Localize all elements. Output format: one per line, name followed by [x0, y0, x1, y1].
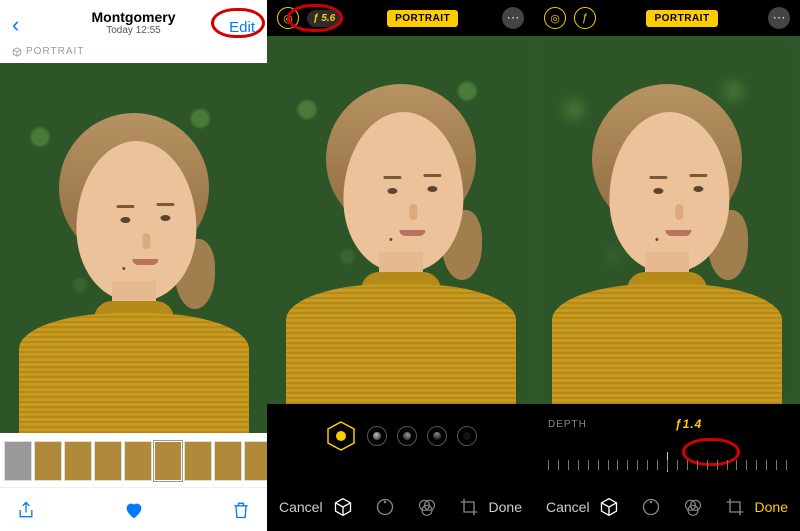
edit-bottom-bar: Cancel Done	[534, 483, 800, 531]
edit-top-bar: ◎ ƒ PORTRAIT ⋯	[534, 0, 800, 36]
depth-slider[interactable]	[548, 444, 786, 476]
portrait-badge: PORTRAIT	[387, 10, 458, 27]
filters-icon[interactable]	[417, 497, 437, 517]
lighting-indicator-icon[interactable]: ◎	[277, 7, 299, 29]
depth-value: ƒ1.4	[675, 417, 702, 431]
bottom-toolbar	[0, 487, 267, 531]
thumbnail[interactable]	[34, 441, 62, 481]
done-button[interactable]: Done	[489, 499, 522, 515]
heart-icon[interactable]	[122, 499, 146, 521]
thumbnail-strip[interactable]	[4, 441, 263, 481]
stage-mono-preset[interactable]	[457, 426, 477, 446]
stage-light-preset[interactable]	[427, 426, 447, 446]
crop-icon[interactable]	[725, 497, 745, 517]
depth-control: DEPTH ƒ1.4	[534, 404, 800, 444]
portrait-cube-icon[interactable]	[599, 497, 619, 517]
crop-icon[interactable]	[459, 497, 479, 517]
portrait-badge: PORTRAIT	[646, 10, 717, 27]
depth-label: DEPTH	[548, 419, 587, 430]
main-photo[interactable]	[0, 63, 267, 433]
thumbnail[interactable]	[94, 441, 122, 481]
thumbnail[interactable]	[124, 441, 152, 481]
thumbnail[interactable]	[244, 441, 267, 481]
adjust-dial-icon[interactable]	[375, 497, 395, 517]
contour-light-preset[interactable]	[397, 426, 417, 446]
portrait-cube-icon[interactable]	[333, 497, 353, 517]
edit-top-bar: ◎ ƒ 5.6 PORTRAIT ⋯	[267, 0, 534, 36]
portrait-tag: PORTRAIT	[0, 40, 267, 59]
thumbnail[interactable]	[4, 441, 32, 481]
title-block: Montgomery Today 12:55	[0, 9, 267, 36]
f-indicator-icon[interactable]: ƒ	[574, 7, 596, 29]
album-title: Montgomery	[0, 9, 267, 25]
edit-button[interactable]: Edit	[229, 19, 255, 36]
cancel-button[interactable]: Cancel	[546, 499, 590, 515]
main-photo[interactable]	[534, 36, 800, 404]
more-button[interactable]: ⋯	[502, 7, 524, 29]
share-icon[interactable]	[16, 499, 36, 521]
adjust-dial-icon[interactable]	[641, 497, 661, 517]
lighting-indicator-icon[interactable]: ◎	[544, 7, 566, 29]
f-stop-pill[interactable]: ƒ 5.6	[307, 10, 343, 27]
cancel-button[interactable]: Cancel	[279, 499, 323, 515]
edit-lighting-view: ◎ ƒ 5.6 PORTRAIT ⋯ Cancel Done	[267, 0, 534, 531]
more-button[interactable]: ⋯	[768, 7, 790, 29]
thumbnail[interactable]	[64, 441, 92, 481]
thumbnail[interactable]	[184, 441, 212, 481]
edit-tool-tabs	[590, 497, 755, 517]
done-button[interactable]: Done	[755, 499, 788, 515]
nav-bar: ‹ Montgomery Today 12:55 Edit	[0, 0, 267, 40]
cube-icon	[12, 47, 22, 57]
thumbnail[interactable]	[214, 441, 242, 481]
natural-light-preset[interactable]	[325, 420, 357, 452]
lighting-presets	[267, 404, 534, 468]
edit-tool-tabs	[323, 497, 489, 517]
main-photo[interactable]	[267, 36, 534, 404]
thumbnail-current[interactable]	[154, 441, 182, 481]
edit-bottom-bar: Cancel Done	[267, 483, 534, 531]
studio-light-preset[interactable]	[367, 426, 387, 446]
timestamp: Today 12:55	[0, 25, 267, 36]
photos-detail-view: ‹ Montgomery Today 12:55 Edit PORTRAIT	[0, 0, 267, 531]
trash-icon[interactable]	[231, 499, 251, 521]
edit-depth-view: ◎ ƒ PORTRAIT ⋯ DEPTH ƒ1.4 Cancel Done	[534, 0, 800, 531]
filters-icon[interactable]	[683, 497, 703, 517]
